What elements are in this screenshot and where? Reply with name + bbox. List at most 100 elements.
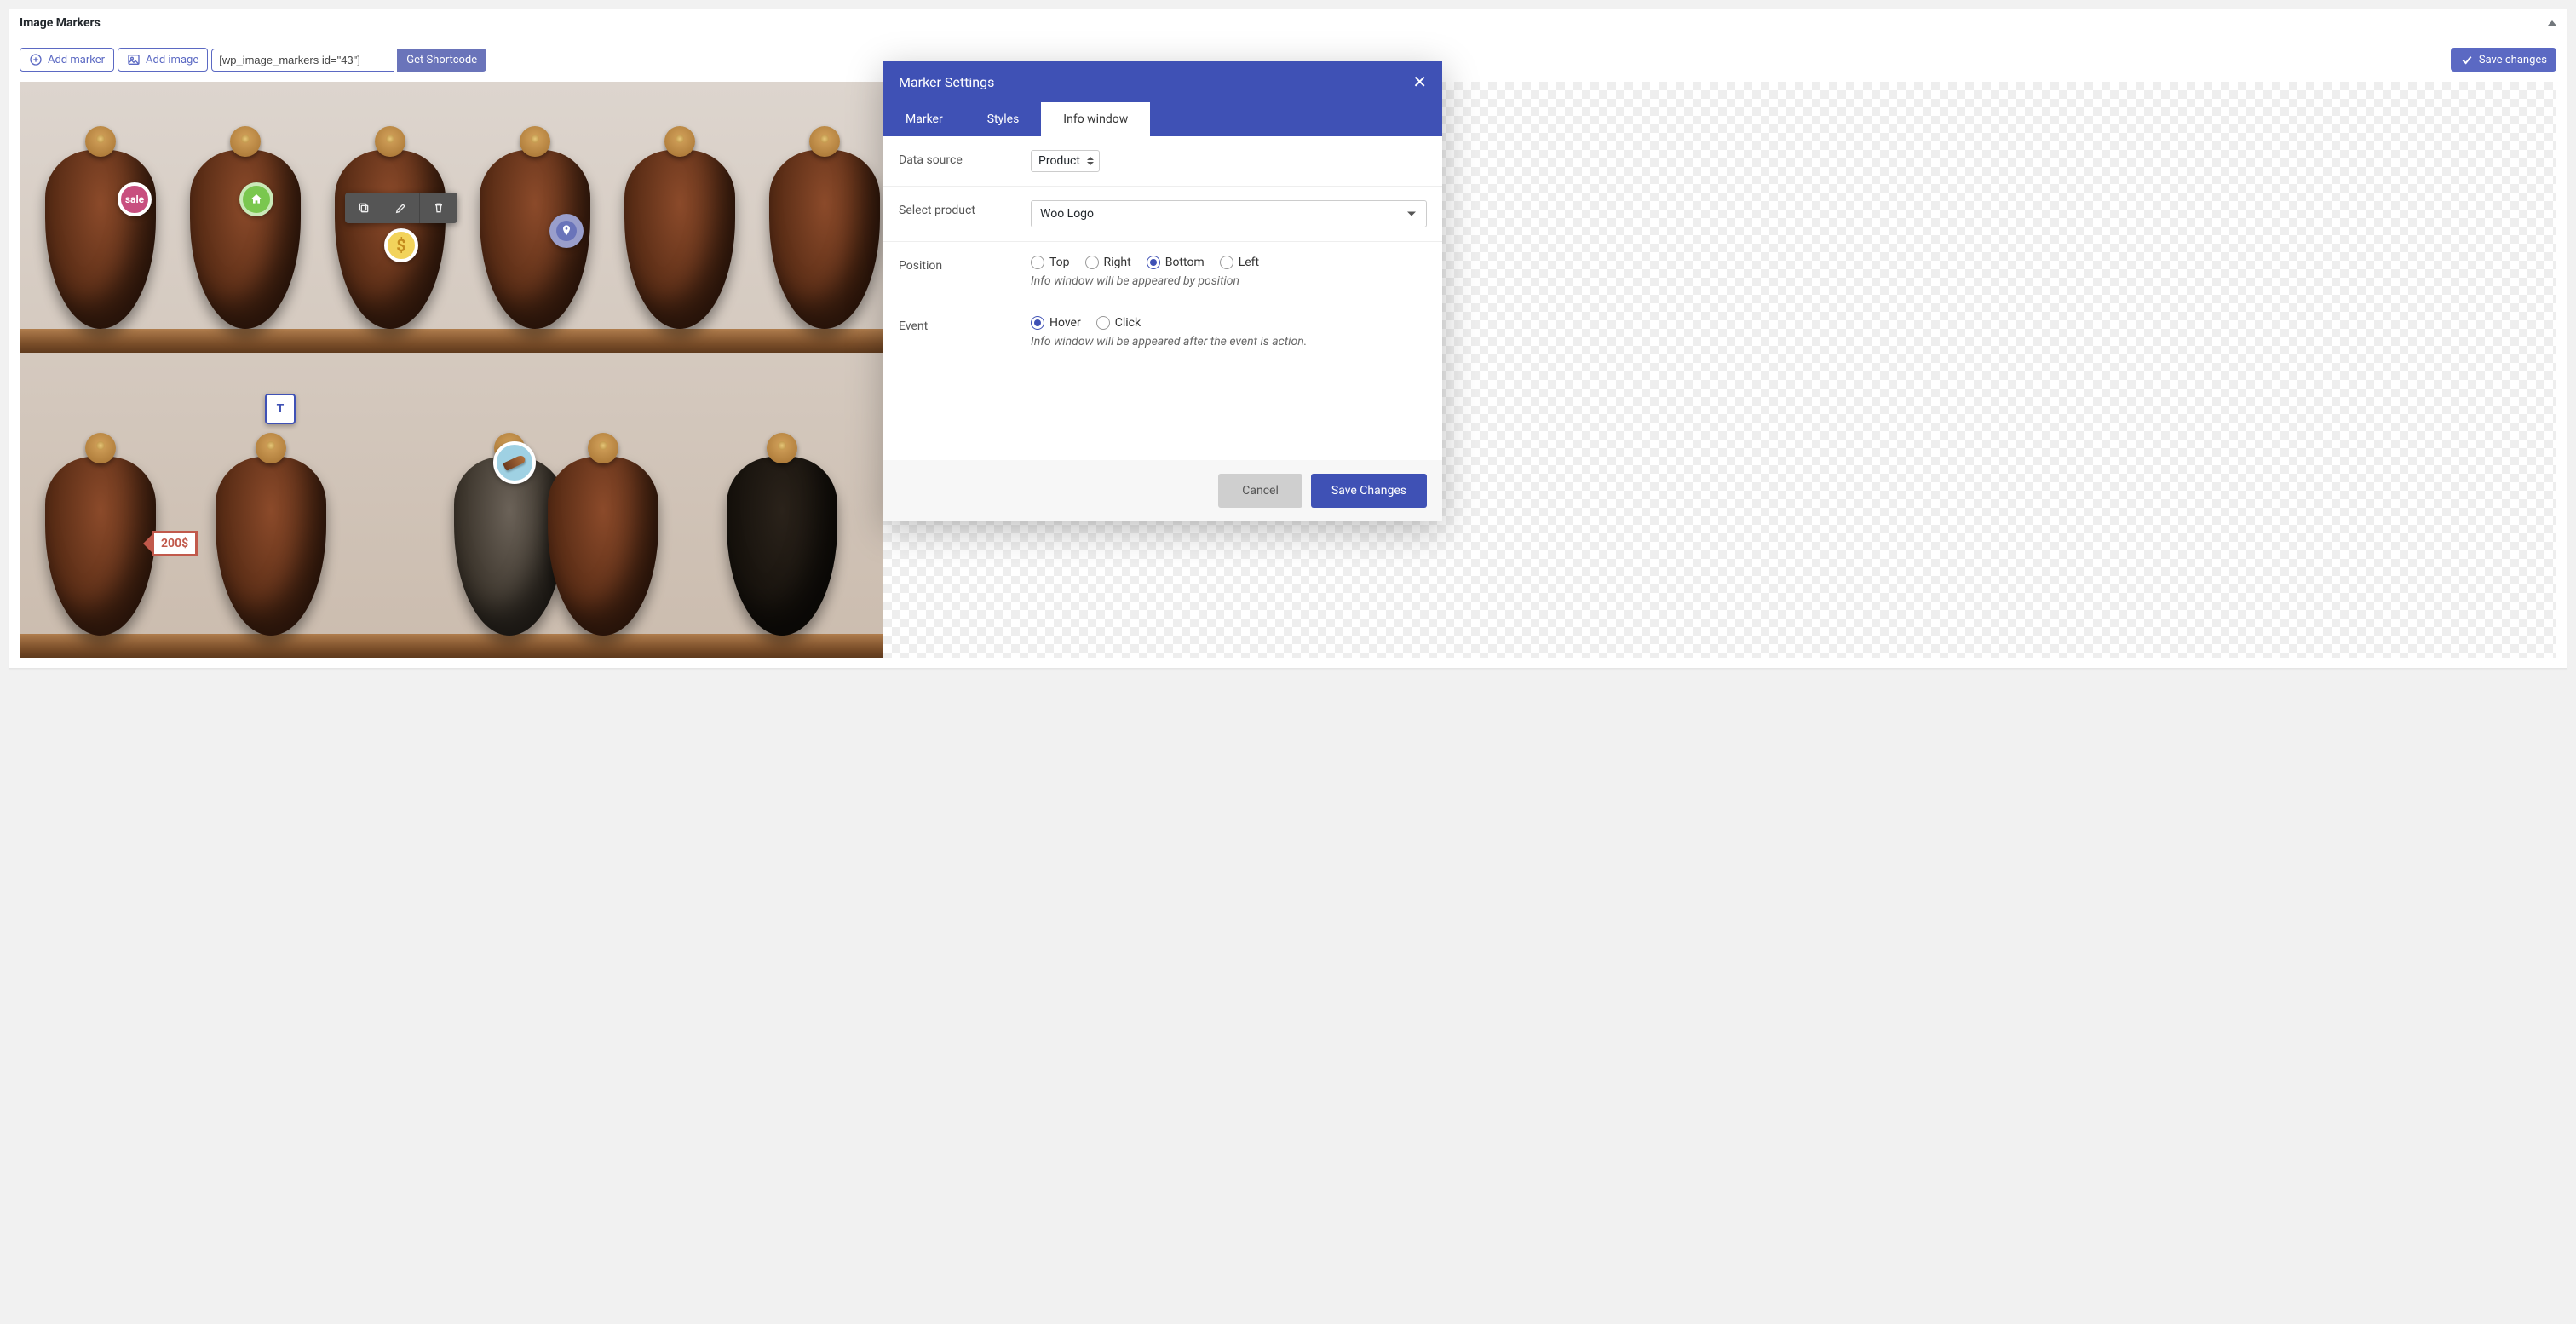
tab-styles[interactable]: Styles — [965, 102, 1042, 136]
radio-icon — [1031, 316, 1044, 330]
save-changes-button[interactable]: Save changes — [2451, 48, 2556, 72]
shoe-decoration — [190, 150, 301, 329]
canvas-area: sale $ T 200$ — [9, 82, 2567, 668]
data-source-value: Product — [1038, 154, 1080, 168]
add-marker-label: Add marker — [48, 54, 105, 66]
label-position: Position — [899, 256, 1031, 273]
modal-cancel-button[interactable]: Cancel — [1218, 474, 1302, 508]
radio-label-top: Top — [1049, 256, 1070, 269]
row-position: Position Top Right — [883, 242, 1442, 302]
add-image-label: Add image — [146, 54, 198, 66]
modal-title: Marker Settings — [899, 74, 994, 90]
pin-icon — [560, 224, 573, 238]
shoe-decoration — [769, 150, 880, 329]
tab-info-window[interactable]: Info window — [1041, 102, 1150, 136]
trash-icon — [432, 201, 446, 215]
radio-icon — [1220, 256, 1233, 269]
shoe-decoration — [45, 457, 156, 636]
modal-tabs: Marker Styles Info window — [883, 102, 1442, 136]
modal-cancel-label: Cancel — [1242, 484, 1279, 498]
radio-position-left[interactable]: Left — [1220, 256, 1259, 269]
modal-close-button[interactable]: ✕ — [1412, 73, 1427, 90]
marker-price-label: 200$ — [161, 537, 188, 550]
shoe-decoration — [216, 457, 326, 636]
marker-text-label: T — [277, 402, 285, 416]
marker-pin[interactable] — [549, 214, 584, 248]
edit-marker-button[interactable] — [382, 193, 420, 223]
radio-position-right[interactable]: Right — [1085, 256, 1131, 269]
select-product-dropdown[interactable]: Woo Logo — [1031, 200, 1427, 227]
shelf-decoration — [20, 329, 883, 353]
image-markers-panel: Image Markers Add marker Add image Get S… — [9, 9, 2567, 669]
save-changes-label: Save changes — [2479, 54, 2547, 66]
modal-footer: Cancel Save Changes — [883, 460, 1442, 521]
panel-title: Image Markers — [20, 16, 101, 30]
shoe-decoration — [727, 457, 837, 636]
shortcode-input[interactable] — [211, 49, 394, 72]
radio-event-hover[interactable]: Hover — [1031, 316, 1081, 330]
row-event: Event Hover Click — [883, 302, 1442, 362]
marker-shoe-image[interactable] — [493, 441, 536, 484]
select-product-value: Woo Logo — [1040, 207, 1094, 221]
radio-label-hover: Hover — [1049, 316, 1081, 330]
image-icon — [127, 53, 141, 66]
copy-icon — [357, 201, 371, 215]
radio-event-click[interactable]: Click — [1096, 316, 1141, 330]
radio-icon — [1096, 316, 1110, 330]
row-select-product: Select product Woo Logo — [883, 187, 1442, 242]
radio-label-right: Right — [1104, 256, 1131, 269]
image-preview[interactable]: sale $ T 200$ — [20, 82, 883, 658]
radio-position-bottom[interactable]: Bottom — [1147, 256, 1205, 269]
position-hint: Info window will be appeared by position — [1031, 274, 1427, 288]
plus-circle-icon — [29, 53, 43, 66]
radio-icon — [1147, 256, 1160, 269]
marker-sale[interactable]: sale — [118, 182, 152, 216]
radio-label-bottom: Bottom — [1165, 256, 1205, 269]
tab-styles-label: Styles — [987, 112, 1020, 126]
duplicate-marker-button[interactable] — [345, 193, 382, 223]
label-data-source: Data source — [899, 150, 1031, 167]
shelf-decoration — [20, 634, 883, 658]
delete-marker-button[interactable] — [420, 193, 457, 223]
modal-header: Marker Settings ✕ — [883, 61, 1442, 102]
event-radio-group: Hover Click — [1031, 316, 1427, 330]
side-area: Marker Settings ✕ Marker Styles Info win… — [883, 82, 2556, 658]
event-hint: Info window will be appeared after the e… — [1031, 335, 1427, 348]
modal-save-button[interactable]: Save Changes — [1311, 474, 1427, 508]
marker-context-toolbar — [345, 193, 457, 223]
close-icon: ✕ — [1412, 72, 1427, 92]
shoe-decoration — [624, 150, 735, 329]
label-select-product: Select product — [899, 200, 1031, 217]
radio-icon — [1031, 256, 1044, 269]
data-source-select[interactable]: Product — [1031, 150, 1100, 172]
radio-icon — [1085, 256, 1099, 269]
position-radio-group: Top Right Bottom — [1031, 256, 1427, 269]
label-event: Event — [899, 316, 1031, 333]
get-shortcode-button[interactable]: Get Shortcode — [397, 49, 486, 72]
tab-info-window-label: Info window — [1063, 112, 1128, 126]
collapse-toggle-icon[interactable] — [2548, 20, 2556, 26]
marker-dollar[interactable]: $ — [384, 228, 418, 262]
pencil-icon — [394, 201, 408, 215]
marker-sale-label: sale — [125, 193, 144, 205]
row-data-source: Data source Product — [883, 136, 1442, 187]
panel-header: Image Markers — [9, 9, 2567, 37]
marker-home[interactable] — [239, 182, 273, 216]
marker-dollar-label: $ — [396, 235, 405, 256]
modal-body: Data source Product Select product Woo L… — [883, 136, 1442, 460]
check-icon — [2460, 53, 2474, 66]
marker-settings-modal: Marker Settings ✕ Marker Styles Info win… — [883, 61, 1442, 521]
add-marker-button[interactable]: Add marker — [20, 48, 114, 72]
modal-save-label: Save Changes — [1331, 484, 1406, 498]
radio-position-top[interactable]: Top — [1031, 256, 1070, 269]
get-shortcode-label: Get Shortcode — [406, 54, 477, 66]
tab-marker[interactable]: Marker — [883, 102, 965, 136]
radio-label-click: Click — [1115, 316, 1141, 330]
home-icon — [250, 193, 263, 206]
marker-price-tag[interactable]: 200$ — [152, 531, 198, 556]
marker-text[interactable]: T — [265, 394, 296, 424]
tab-marker-label: Marker — [906, 112, 943, 126]
add-image-button[interactable]: Add image — [118, 48, 208, 72]
shoe-decoration — [45, 150, 156, 329]
shoe-decoration — [548, 457, 658, 636]
